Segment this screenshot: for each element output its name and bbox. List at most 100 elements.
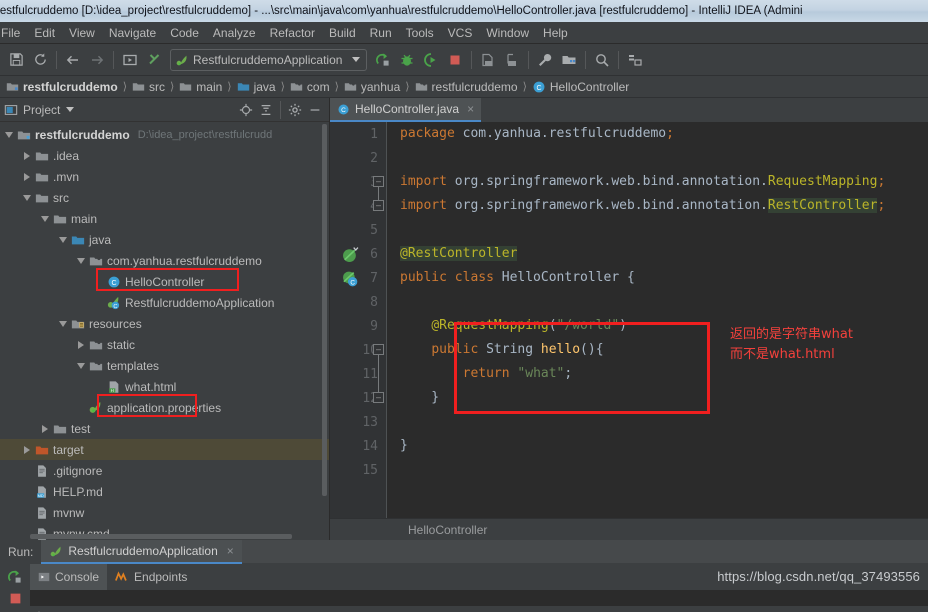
tree-node-package[interactable]: com.yanhua.restfulcruddemo <box>0 250 329 271</box>
breadcrumb-item-restfulcruddemo[interactable]: restfulcruddemo <box>413 80 520 94</box>
fold-marker-method-end[interactable]: – <box>373 392 384 403</box>
back-arrow-icon[interactable] <box>61 48 85 72</box>
console-side-toolbar[interactable] <box>0 590 30 606</box>
menu-item-analyze[interactable]: Analyze <box>206 24 263 42</box>
tree-node-test[interactable]: test <box>0 418 329 439</box>
close-icon[interactable]: × <box>467 102 474 116</box>
search-everywhere-icon[interactable] <box>590 48 614 72</box>
menu-bar[interactable]: File Edit View Navigate Code Analyze Ref… <box>0 22 928 44</box>
subtab-console[interactable]: Console <box>30 564 108 590</box>
tree-node-what-html[interactable]: H what.html <box>0 376 329 397</box>
tree-node-restfulcruddemo[interactable]: restfulcruddemo D:\idea_project\restfulc… <box>0 124 329 145</box>
tree-node-application-properties[interactable]: application.properties <box>0 397 329 418</box>
close-icon[interactable]: × <box>227 544 234 558</box>
locate-icon[interactable] <box>236 100 256 120</box>
settings-wrench-icon[interactable] <box>533 48 557 72</box>
editor-gutter[interactable]: 1 2 3 4 5 6 7 8 9 10 11 12 13 14 15 – <box>330 122 386 518</box>
twisty-down-icon[interactable] <box>74 257 87 264</box>
tree-node-mvn[interactable]: .mvn <box>0 166 329 187</box>
rerun-icon[interactable] <box>371 48 395 72</box>
twisty-right-icon[interactable] <box>74 340 87 349</box>
run-configuration-selector[interactable]: RestfulcruddemoApplication <box>170 48 368 71</box>
save-icon[interactable] <box>4 48 28 72</box>
tree-node-restfulcruddemoapplication[interactable]: C RestfulcruddemoApplication <box>0 292 329 313</box>
menu-item-build[interactable]: Build <box>322 24 363 42</box>
twisty-down-icon[interactable] <box>2 131 15 138</box>
tree-node-resources[interactable]: resources <box>0 313 329 334</box>
breadcrumb-item-src[interactable]: src <box>130 80 167 94</box>
menu-item-window[interactable]: Window <box>479 24 536 42</box>
menu-item-navigate[interactable]: Navigate <box>102 24 163 42</box>
breadcrumb-item-java[interactable]: java <box>235 80 278 94</box>
menu-item-run[interactable]: Run <box>363 24 399 42</box>
menu-item-code[interactable]: Code <box>163 24 206 42</box>
rerun-icon[interactable] <box>0 564 30 590</box>
menu-item-view[interactable]: View <box>62 24 102 42</box>
twisty-down-icon[interactable] <box>56 236 69 243</box>
fold-marker-imports-end[interactable]: – <box>373 200 384 211</box>
stop-icon[interactable] <box>9 592 22 610</box>
tree-node-hellocontroller[interactable]: C HelloController <box>0 271 329 292</box>
console-output-area[interactable]: (JVM running for 4.993) <box>0 590 928 612</box>
code-text[interactable]: package com.yanhua.restfulcruddemo; impo… <box>386 122 928 518</box>
tree-node-idea[interactable]: .idea <box>0 145 329 166</box>
subtab-endpoints[interactable]: Endpoints <box>107 564 195 590</box>
tree-node-help-md[interactable]: MD HELP.md <box>0 481 329 502</box>
run-coverage-icon[interactable] <box>419 48 443 72</box>
menu-item-refactor[interactable]: Refactor <box>263 24 322 42</box>
build-hammer-icon[interactable] <box>142 48 166 72</box>
breadcrumb-item-project[interactable]: restfulcruddemo <box>4 80 120 94</box>
tree-node-java[interactable]: java <box>0 229 329 250</box>
breadcrumb-item-com[interactable]: com <box>288 80 332 94</box>
menu-item-file[interactable]: File <box>0 24 27 42</box>
chevron-down-icon[interactable] <box>352 57 361 62</box>
editor-tab-hellocontroller[interactable]: C HelloController.java × <box>330 98 482 122</box>
tree-node-src[interactable]: src <box>0 187 329 208</box>
project-tree[interactable]: restfulcruddemo D:\idea_project\restfulc… <box>0 122 329 540</box>
menu-item-tools[interactable]: Tools <box>399 24 441 42</box>
gear-icon[interactable] <box>285 100 305 120</box>
breadcrumb-item-main[interactable]: main <box>177 80 224 94</box>
twisty-right-icon[interactable] <box>20 445 33 454</box>
project-structure-icon[interactable] <box>557 48 581 72</box>
project-vertical-scrollbar[interactable] <box>322 124 327 496</box>
chevron-down-icon[interactable] <box>66 107 75 112</box>
menu-item-help[interactable]: Help <box>536 24 575 42</box>
scroll-up-arrow-icon[interactable] <box>34 594 44 612</box>
run-window-icon[interactable] <box>118 48 142 72</box>
breadcrumb-item-hellocontroller[interactable]: C HelloController <box>530 80 631 94</box>
run-tab-restfulcruddemoapplication[interactable]: RestfulcruddemoApplication × <box>41 540 242 564</box>
sync-icon[interactable] <box>28 48 52 72</box>
code-viewport[interactable]: 1 2 3 4 5 6 7 8 9 10 11 12 13 14 15 – <box>330 122 928 518</box>
twisty-right-icon[interactable] <box>38 424 51 433</box>
breadcrumb-item-yanhua[interactable]: yanhua <box>342 80 402 94</box>
tree-node-target[interactable]: target <box>0 439 329 460</box>
update-app-icon[interactable] <box>476 48 500 72</box>
fold-marker-imports[interactable]: – <box>373 176 384 187</box>
tree-node-gitignore[interactable]: .gitignore <box>0 460 329 481</box>
forward-arrow-icon[interactable] <box>85 48 109 72</box>
twisty-down-icon[interactable] <box>38 215 51 222</box>
project-root-icon <box>15 128 32 142</box>
fold-marker-method[interactable]: – <box>373 344 384 355</box>
project-horizontal-scrollbar[interactable] <box>30 534 292 539</box>
debug-icon[interactable] <box>395 48 419 72</box>
update-running-icon[interactable] <box>500 48 524 72</box>
database-icon[interactable] <box>623 48 647 72</box>
hide-icon[interactable] <box>305 100 325 120</box>
stop-icon[interactable] <box>443 48 467 72</box>
spring-bean-class-icon[interactable]: C <box>342 270 358 286</box>
menu-item-vcs[interactable]: VCS <box>441 24 480 42</box>
twisty-down-icon[interactable] <box>74 362 87 369</box>
collapse-all-icon[interactable] <box>256 100 276 120</box>
tree-node-templates[interactable]: templates <box>0 355 329 376</box>
tree-node-mvnw[interactable]: mvnw <box>0 502 329 523</box>
tree-node-static[interactable]: static <box>0 334 329 355</box>
spring-bean-icon[interactable] <box>342 246 359 262</box>
tree-node-main[interactable]: main <box>0 208 329 229</box>
twisty-right-icon[interactable] <box>20 172 33 181</box>
twisty-down-icon[interactable] <box>20 194 33 201</box>
menu-item-edit[interactable]: Edit <box>27 24 62 42</box>
twisty-right-icon[interactable] <box>20 151 33 160</box>
twisty-down-icon[interactable] <box>56 320 69 327</box>
